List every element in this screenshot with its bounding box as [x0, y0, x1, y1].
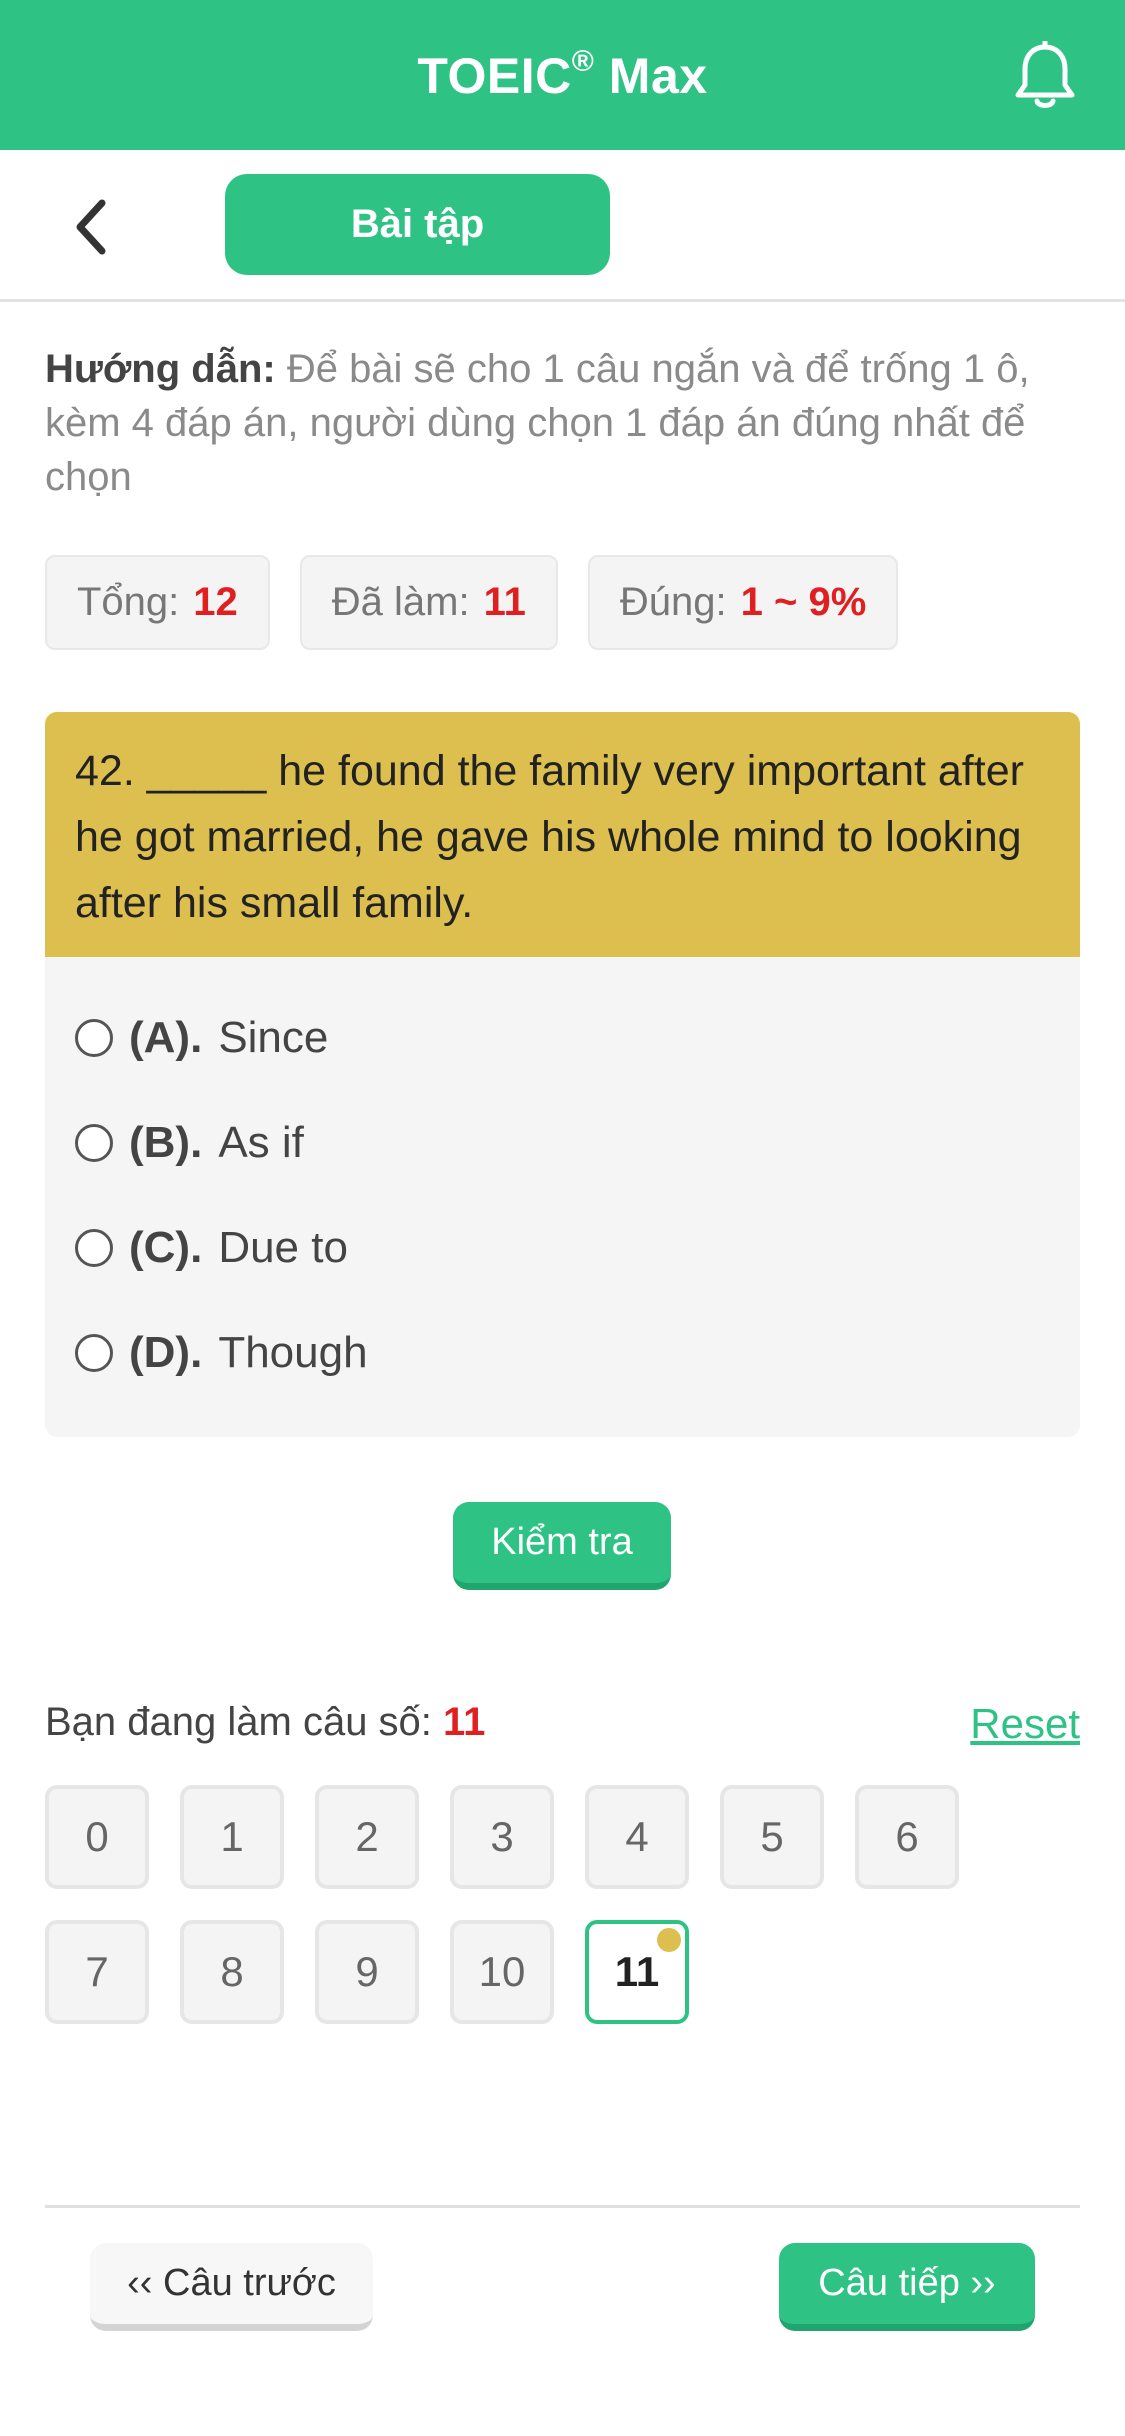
- option-a[interactable]: (A). Since: [75, 985, 1080, 1090]
- question-number-button[interactable]: 5: [720, 1785, 824, 1889]
- question-number-button[interactable]: 4: [585, 1785, 689, 1889]
- option-text: As if: [218, 1117, 304, 1167]
- stat-done: Đã làm: 11: [299, 555, 558, 650]
- option-d[interactable]: (D). Though: [75, 1300, 1080, 1405]
- registered-mark: ®: [571, 45, 595, 78]
- question-number-label: 11: [614, 1948, 660, 1995]
- stats-row: Tổng: 12 Đã làm: 11 Đúng: 1 ~ 9%: [45, 555, 899, 650]
- question-number-grid: 0 1 2 3 4 5 6 7 8 9 10 11: [45, 1785, 1045, 2024]
- option-key: (D).: [129, 1327, 203, 1377]
- question-text: 42. _____ he found the family very impor…: [45, 712, 1080, 957]
- question-number-button[interactable]: 6: [855, 1785, 959, 1889]
- option-b[interactable]: (B). As if: [75, 1090, 1080, 1195]
- instructions: Hướng dẫn: Để bài sẽ cho 1 câu ngắn và đ…: [45, 342, 1085, 504]
- question-number-button-active[interactable]: 11: [585, 1920, 689, 2024]
- bell-icon[interactable]: [1005, 36, 1085, 116]
- app-header: TOEIC® Max: [0, 0, 1125, 150]
- previous-question-button[interactable]: ‹‹ Câu trước: [90, 2243, 373, 2331]
- progress-label: Bạn đang làm câu số: 11: [45, 1700, 485, 1745]
- radio-button[interactable]: [75, 1123, 113, 1162]
- progress-label-text: Bạn đang làm câu số:: [45, 1700, 444, 1744]
- next-question-button[interactable]: Câu tiếp ››: [779, 2243, 1035, 2331]
- sub-header: Bài tập: [0, 150, 1125, 302]
- stat-done-label: Đã làm:: [331, 580, 470, 624]
- tab-exercises[interactable]: Bài tập: [225, 174, 610, 275]
- question-number-button[interactable]: 2: [315, 1785, 419, 1889]
- question-number-button[interactable]: 3: [450, 1785, 554, 1889]
- option-text: Since: [218, 1012, 329, 1062]
- option-key: (B).: [129, 1117, 203, 1167]
- app-title: TOEIC® Max: [417, 45, 707, 105]
- status-dot: [657, 1928, 681, 1952]
- radio-button[interactable]: [75, 1018, 113, 1057]
- check-button[interactable]: Kiểm tra: [453, 1502, 671, 1590]
- question-number-button[interactable]: 8: [180, 1920, 284, 2024]
- footer-divider: [45, 2205, 1080, 2208]
- option-text: Though: [218, 1327, 368, 1377]
- stat-correct-label: Đúng:: [619, 580, 727, 624]
- stat-correct-value: 1 ~ 9%: [740, 580, 867, 624]
- stat-correct: Đúng: 1 ~ 9%: [587, 555, 899, 650]
- option-text: Due to: [218, 1222, 348, 1272]
- reset-link[interactable]: Reset: [970, 1700, 1080, 1748]
- question-number-button[interactable]: 7: [45, 1920, 149, 2024]
- app-title-suffix: Max: [594, 48, 708, 104]
- question-number-button[interactable]: 9: [315, 1920, 419, 2024]
- option-key: (C).: [129, 1222, 203, 1272]
- stat-total: Tổng: 12: [45, 555, 270, 650]
- radio-button[interactable]: [75, 1333, 113, 1372]
- app-title-main: TOEIC: [417, 48, 572, 104]
- answer-options: (A). Since (B). As if (C). Due to (D). T…: [45, 957, 1080, 1405]
- option-key: (A).: [129, 1012, 203, 1062]
- question-number-button[interactable]: 10: [450, 1920, 554, 2024]
- option-c[interactable]: (C). Due to: [75, 1195, 1080, 1300]
- question-number-button[interactable]: 0: [45, 1785, 149, 1889]
- current-question-number: 11: [443, 1700, 486, 1744]
- radio-button[interactable]: [75, 1228, 113, 1267]
- instructions-label: Hướng dẫn:: [45, 347, 276, 391]
- stat-total-label: Tổng:: [77, 580, 180, 624]
- stat-total-value: 12: [193, 580, 238, 624]
- app-screen: TOEIC® Max Bài tập Hướng dẫn: Để bài sẽ …: [0, 0, 1125, 2436]
- chevron-left-icon[interactable]: [60, 192, 120, 262]
- question-number-button[interactable]: 1: [180, 1785, 284, 1889]
- question-card: 42. _____ he found the family very impor…: [45, 712, 1080, 1437]
- stat-done-value: 11: [483, 580, 526, 624]
